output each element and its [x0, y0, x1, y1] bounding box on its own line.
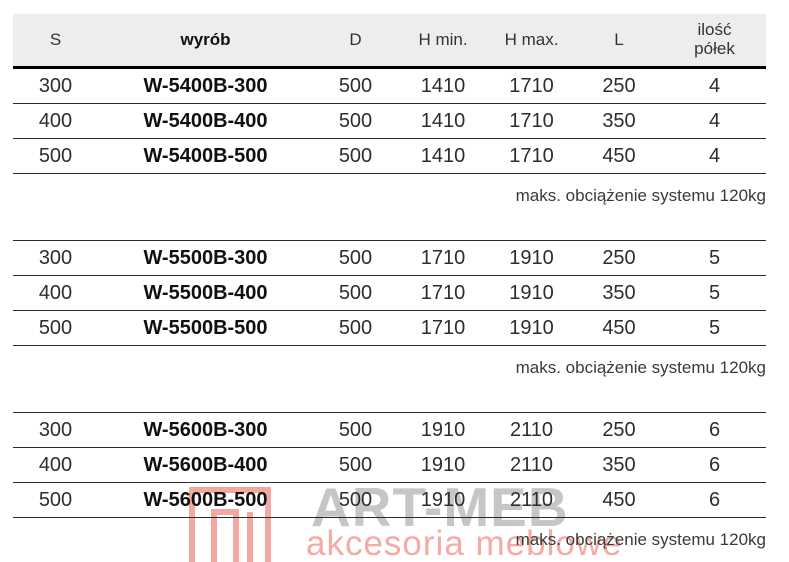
table-row: 500 W-5600B-500 500 1910 2110 450 6	[13, 483, 766, 518]
cell-product: W-5600B-400	[98, 454, 313, 476]
col-header-shelves-label: ilość półek	[689, 21, 741, 58]
cell-hmin: 1410	[398, 75, 488, 97]
cell-hmax: 1710	[488, 145, 575, 167]
col-header-wyrob: wyrób	[98, 31, 313, 50]
cell-d: 500	[313, 317, 398, 339]
cell-shelves: 4	[663, 110, 766, 132]
cell-hmin: 1910	[398, 489, 488, 511]
cell-s: 400	[13, 110, 98, 132]
cell-l: 350	[575, 454, 663, 476]
table-group-5500: 300 W-5500B-300 500 1710 1910 250 5 400 …	[13, 240, 766, 346]
cell-s: 500	[13, 317, 98, 339]
cell-hmin: 1910	[398, 454, 488, 476]
cell-l: 450	[575, 145, 663, 167]
cell-l: 450	[575, 489, 663, 511]
max-load-note: maks. obciążenie systemu 120kg	[13, 528, 766, 552]
col-header-hmin: H min.	[398, 31, 488, 50]
cell-s: 300	[13, 419, 98, 441]
cell-hmin: 1710	[398, 282, 488, 304]
cell-shelves: 6	[663, 454, 766, 476]
cell-hmax: 1710	[488, 110, 575, 132]
cell-hmin: 1710	[398, 317, 488, 339]
cell-shelves: 6	[663, 489, 766, 511]
cell-shelves: 5	[663, 247, 766, 269]
cell-l: 250	[575, 75, 663, 97]
cell-shelves: 4	[663, 75, 766, 97]
cell-product: W-5400B-300	[98, 75, 313, 97]
cell-d: 500	[313, 110, 398, 132]
cell-l: 450	[575, 317, 663, 339]
cell-l: 350	[575, 282, 663, 304]
cell-s: 300	[13, 75, 98, 97]
max-load-note: maks. obciążenie systemu 120kg	[13, 356, 766, 380]
cell-hmin: 1410	[398, 110, 488, 132]
cell-l: 250	[575, 419, 663, 441]
col-header-shelves: ilość półek	[663, 21, 766, 58]
cell-l: 250	[575, 247, 663, 269]
cell-hmax: 1910	[488, 247, 575, 269]
table-row: 300 W-5400B-300 500 1410 1710 250 4	[13, 69, 766, 104]
cell-hmax: 2110	[488, 489, 575, 511]
cell-d: 500	[313, 75, 398, 97]
table-row: 400 W-5600B-400 500 1910 2110 350 6	[13, 448, 766, 483]
cell-product: W-5500B-500	[98, 317, 313, 339]
cell-hmax: 1710	[488, 75, 575, 97]
cell-hmax: 2110	[488, 419, 575, 441]
cell-shelves: 6	[663, 419, 766, 441]
col-header-d: D	[313, 31, 398, 50]
table-row: 300 W-5500B-300 500 1710 1910 250 5	[13, 241, 766, 276]
cell-shelves: 5	[663, 317, 766, 339]
col-header-l: L	[575, 31, 663, 50]
table-row: 500 W-5500B-500 500 1710 1910 450 5	[13, 311, 766, 346]
cell-d: 500	[313, 247, 398, 269]
cell-hmin: 1710	[398, 247, 488, 269]
table-row: 300 W-5600B-300 500 1910 2110 250 6	[13, 413, 766, 448]
cell-s: 400	[13, 454, 98, 476]
cell-hmax: 2110	[488, 454, 575, 476]
spec-table: S wyrób D H min. H max. L ilość półek 30…	[13, 14, 766, 552]
cell-d: 500	[313, 454, 398, 476]
cell-product: W-5400B-500	[98, 145, 313, 167]
cell-hmin: 1910	[398, 419, 488, 441]
cell-product: W-5400B-400	[98, 110, 313, 132]
cell-s: 300	[13, 247, 98, 269]
table-row: 400 W-5500B-400 500 1710 1910 350 5	[13, 276, 766, 311]
table-content: S wyrób D H min. H max. L ilość półek 30…	[0, 0, 789, 552]
cell-d: 500	[313, 145, 398, 167]
cell-product: W-5500B-400	[98, 282, 313, 304]
table-header-row: S wyrób D H min. H max. L ilość półek	[13, 14, 766, 69]
cell-s: 400	[13, 282, 98, 304]
col-header-hmax: H max.	[488, 31, 575, 50]
max-load-note: maks. obciążenie systemu 120kg	[13, 184, 766, 208]
cell-hmin: 1410	[398, 145, 488, 167]
cell-shelves: 4	[663, 145, 766, 167]
cell-product: W-5600B-300	[98, 419, 313, 441]
cell-s: 500	[13, 489, 98, 511]
cell-shelves: 5	[663, 282, 766, 304]
table-group-5400: 300 W-5400B-300 500 1410 1710 250 4 400 …	[13, 69, 766, 174]
spec-sheet: ART-MEB akcesoria meblowe S wyrób D H mi…	[0, 0, 789, 562]
cell-hmax: 1910	[488, 282, 575, 304]
cell-d: 500	[313, 489, 398, 511]
cell-product: W-5600B-500	[98, 489, 313, 511]
cell-l: 350	[575, 110, 663, 132]
cell-product: W-5500B-300	[98, 247, 313, 269]
table-row: 500 W-5400B-500 500 1410 1710 450 4	[13, 139, 766, 174]
cell-d: 500	[313, 282, 398, 304]
cell-hmax: 1910	[488, 317, 575, 339]
table-group-5600: 300 W-5600B-300 500 1910 2110 250 6 400 …	[13, 412, 766, 518]
col-header-s: S	[13, 31, 98, 50]
cell-s: 500	[13, 145, 98, 167]
table-row: 400 W-5400B-400 500 1410 1710 350 4	[13, 104, 766, 139]
cell-d: 500	[313, 419, 398, 441]
